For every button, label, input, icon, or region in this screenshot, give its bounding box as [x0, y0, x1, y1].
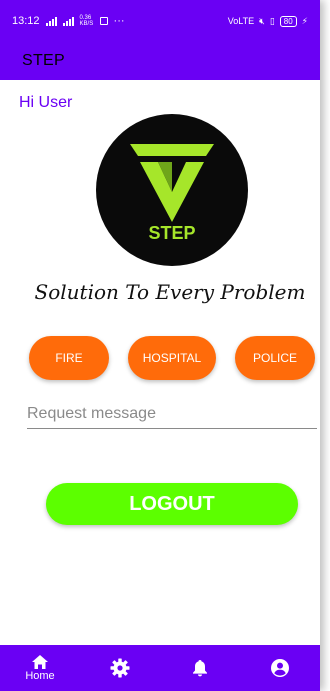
bottom-navigation: Home — [0, 645, 320, 691]
home-icon — [32, 655, 48, 669]
app-bar: STEP — [0, 42, 320, 80]
emergency-buttons: FIRE HOSPITAL POLICE — [0, 336, 320, 380]
vibrate-icon: ▯ — [269, 15, 275, 26]
bell-icon — [193, 660, 207, 677]
step-logo: STEP — [96, 114, 248, 266]
app-title: STEP — [22, 52, 65, 69]
app-screen: 13:12 0.36 KB/S ··· VoLTE 🔇︎ ▯ 80 ⚡︎ STE… — [0, 0, 320, 691]
nav-account[interactable] — [240, 645, 320, 691]
more-icon: ··· — [113, 15, 125, 27]
volte-icon: VoLTE — [227, 16, 255, 26]
account-icon — [271, 659, 289, 677]
status-time: 13:12 — [12, 15, 40, 27]
nav-notifications[interactable] — [160, 645, 240, 691]
police-button[interactable]: POLICE — [235, 336, 315, 380]
signal-icon-2 — [62, 16, 74, 26]
hospital-button[interactable]: HOSPITAL — [128, 336, 216, 380]
battery-icon: 80 — [279, 15, 297, 27]
network-speed: 0.36 KB/S — [79, 15, 94, 27]
notification-icon — [99, 17, 108, 25]
nav-home[interactable]: Home — [0, 645, 80, 691]
logout-button[interactable]: LOGOUT — [46, 483, 298, 525]
status-bar: 13:12 0.36 KB/S ··· VoLTE 🔇︎ ▯ 80 ⚡︎ — [0, 0, 320, 42]
charging-icon: ⚡︎ — [301, 15, 308, 26]
request-message-input[interactable] — [27, 400, 317, 429]
greeting-text: Hi User — [19, 94, 73, 111]
gear-icon — [110, 658, 130, 678]
logo-text: STEP — [148, 223, 195, 243]
nav-home-label: Home — [25, 670, 55, 682]
signal-icon — [45, 16, 57, 26]
tagline: Solution To Every Problem — [34, 280, 306, 304]
nav-settings[interactable] — [80, 645, 160, 691]
fire-button[interactable]: FIRE — [29, 336, 109, 380]
mute-icon: 🔇︎ — [259, 15, 265, 26]
